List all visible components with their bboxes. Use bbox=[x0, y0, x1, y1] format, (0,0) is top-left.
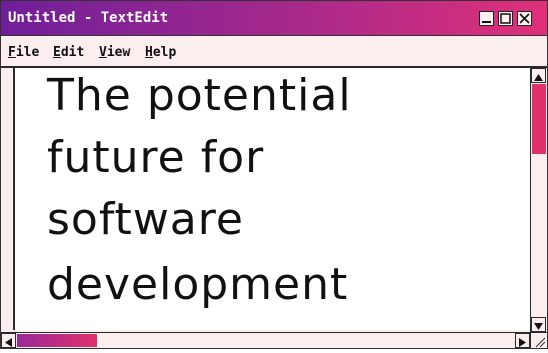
document-line: future for bbox=[47, 132, 265, 183]
scroll-left-button[interactable] bbox=[1, 333, 16, 348]
menu-help[interactable]: Help bbox=[145, 45, 176, 60]
close-button[interactable] bbox=[517, 11, 532, 26]
maximize-button[interactable] bbox=[498, 11, 513, 26]
arrow-left-icon bbox=[5, 338, 12, 347]
minimize-button[interactable] bbox=[479, 11, 494, 26]
document-text-area[interactable]: The potential future for software develo… bbox=[13, 68, 531, 330]
close-icon bbox=[519, 13, 530, 24]
document-line: development bbox=[47, 259, 349, 310]
scroll-down-button[interactable] bbox=[531, 317, 546, 332]
arrow-right-icon bbox=[519, 338, 526, 347]
window-title: Untitled - TextEdit bbox=[8, 10, 169, 26]
horizontal-scrollbar[interactable] bbox=[1, 332, 530, 348]
menu-file[interactable]: File bbox=[8, 45, 39, 60]
horizontal-scroll-thumb[interactable] bbox=[17, 334, 97, 347]
minimize-icon bbox=[482, 21, 491, 23]
scroll-up-button[interactable] bbox=[531, 68, 546, 83]
document-line: The potential bbox=[47, 70, 352, 121]
resize-grip[interactable] bbox=[530, 332, 547, 348]
arrow-up-icon bbox=[534, 74, 543, 81]
title-bar[interactable]: Untitled - TextEdit bbox=[1, 1, 547, 36]
menu-view[interactable]: View bbox=[99, 45, 130, 60]
menu-bar: File Edit View Help bbox=[1, 36, 547, 68]
menu-edit[interactable]: Edit bbox=[53, 45, 84, 60]
textedit-window: Untitled - TextEdit File Edit View Help … bbox=[0, 0, 548, 349]
document-line: software bbox=[47, 194, 244, 245]
scroll-right-button[interactable] bbox=[515, 333, 530, 348]
maximize-icon bbox=[500, 13, 511, 24]
resize-grip-icon bbox=[535, 337, 546, 348]
vertical-scroll-thumb[interactable] bbox=[532, 84, 546, 154]
vertical-scrollbar[interactable] bbox=[530, 68, 547, 332]
